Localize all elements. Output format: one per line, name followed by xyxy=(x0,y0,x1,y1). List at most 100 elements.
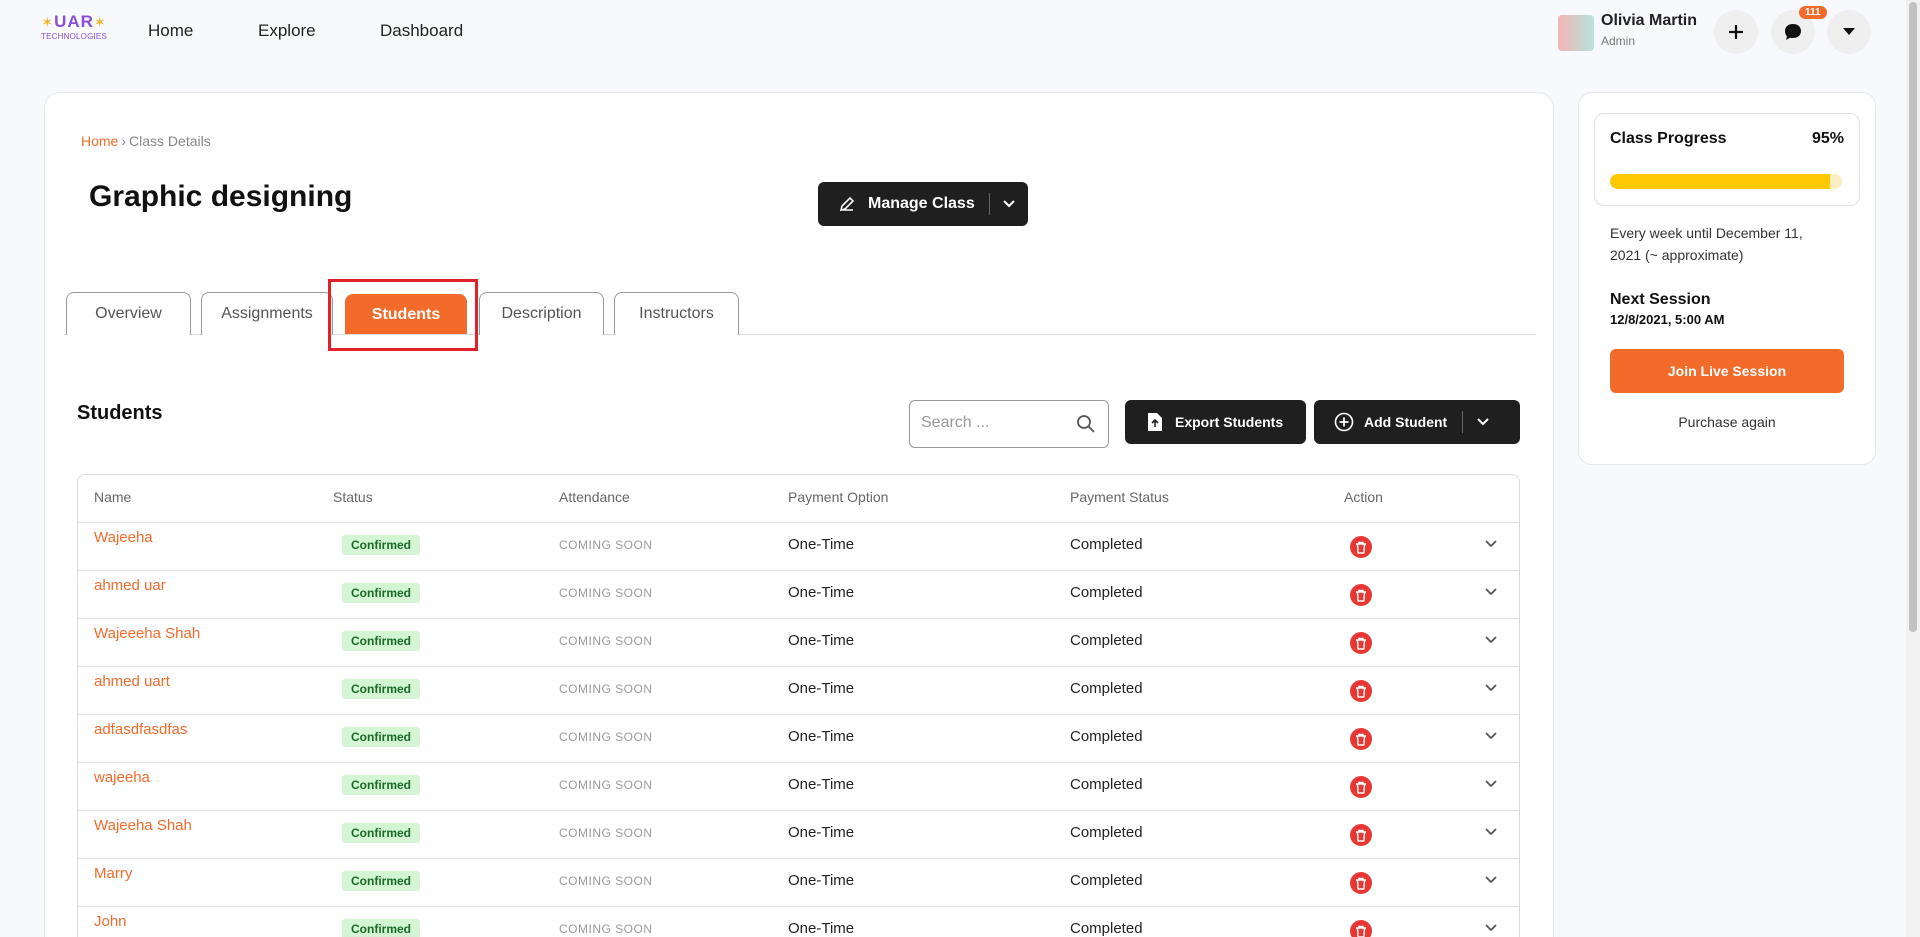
status-badge: Confirmed xyxy=(342,727,420,747)
chevron-down-icon[interactable] xyxy=(1484,635,1498,645)
search-field[interactable] xyxy=(909,400,1109,448)
payment-status-value: Completed xyxy=(1070,584,1143,601)
export-students-label: Export Students xyxy=(1175,414,1284,430)
chevron-down-icon[interactable] xyxy=(1484,683,1498,693)
manage-class-label: Manage Class xyxy=(868,195,975,212)
chevron-down-icon[interactable] xyxy=(1484,731,1498,741)
student-name-link[interactable]: ahmed uart xyxy=(94,673,170,690)
table-row: John Confirmed COMING SOON One-Time Complete… xyxy=(78,906,1519,937)
plus-icon xyxy=(1727,23,1745,41)
search-icon[interactable] xyxy=(1076,414,1096,434)
attendance-value: COMING SOON xyxy=(559,778,653,792)
status-badge: Confirmed xyxy=(342,631,420,651)
table-row: Wajeeha Confirmed COMING SOON One-Time Compl… xyxy=(78,522,1519,570)
breadcrumb-home[interactable]: Home xyxy=(81,133,118,149)
trash-icon[interactable] xyxy=(1350,728,1372,750)
student-name-link[interactable]: Marry xyxy=(94,865,132,882)
payment-option-value: One-Time xyxy=(788,776,855,793)
tab-overview[interactable]: Overview xyxy=(66,292,191,335)
student-name-link[interactable]: Wajeeha xyxy=(94,529,153,546)
chevron-down-icon[interactable] xyxy=(1484,587,1498,597)
tab-description[interactable]: Description xyxy=(479,292,604,335)
table-row: Wajeeeha Shah Confirmed COMING SOON One-Tim… xyxy=(78,618,1519,666)
payment-status-value: Completed xyxy=(1070,536,1143,553)
button-divider xyxy=(988,193,990,215)
create-button[interactable] xyxy=(1714,10,1758,54)
export-students-button[interactable]: Export Students xyxy=(1125,400,1306,444)
trash-icon[interactable] xyxy=(1350,584,1372,606)
student-name-link[interactable]: John xyxy=(94,913,127,930)
student-name-link[interactable]: wajeeha xyxy=(94,769,150,786)
table-row: Marry Confirmed COMING SOON One-Time Complet… xyxy=(78,858,1519,906)
attendance-value: COMING SOON xyxy=(559,682,653,696)
trash-icon[interactable] xyxy=(1350,536,1372,558)
trash-icon[interactable] xyxy=(1350,776,1372,798)
chevron-down-icon[interactable] xyxy=(1484,539,1498,549)
nav-link-dashboard[interactable]: Dashboard xyxy=(380,21,463,41)
progress-bar xyxy=(1610,174,1842,189)
page-title: Graphic designing xyxy=(89,180,353,213)
schedule-text: Every week until December 11, 2021 (~ ap… xyxy=(1610,225,1803,263)
chevron-down-icon[interactable] xyxy=(1002,199,1016,209)
payment-option-value: One-Time xyxy=(788,728,855,745)
notification-badge: 111 xyxy=(1799,6,1827,19)
chevron-down-icon[interactable] xyxy=(1476,417,1490,427)
chevron-down-icon[interactable] xyxy=(1484,923,1498,933)
tab-assignments[interactable]: Assignments xyxy=(201,292,333,335)
status-badge: Confirmed xyxy=(342,583,420,603)
add-student-button[interactable]: Add Student xyxy=(1314,400,1520,444)
payment-status-value: Completed xyxy=(1070,632,1143,649)
student-name-link[interactable]: Wajeeha Shah xyxy=(94,817,192,834)
nav-link-explore[interactable]: Explore xyxy=(258,21,316,41)
search-input[interactable] xyxy=(921,401,1071,445)
attendance-value: COMING SOON xyxy=(559,874,653,888)
breadcrumb-separator: › xyxy=(121,133,127,149)
trash-icon[interactable] xyxy=(1350,872,1372,894)
next-session-value: 12/8/2021, 5:00 AM xyxy=(1610,312,1725,327)
table-row: ahmed uar Confirmed COMING SOON One-Time Com… xyxy=(78,570,1519,618)
table-row: wajeeha Confirmed COMING SOON One-Time Compl… xyxy=(78,762,1519,810)
scrollbar-thumb[interactable] xyxy=(1909,2,1917,632)
student-name-link[interactable]: ahmed uar xyxy=(94,577,166,594)
attendance-value: COMING SOON xyxy=(559,922,653,936)
payment-status-value: Completed xyxy=(1070,872,1143,889)
trash-icon[interactable] xyxy=(1350,824,1372,846)
brand-logo[interactable]: ✶UAR✶ TECHNOLOGIES xyxy=(34,12,114,52)
column-header-attendance: Attendance xyxy=(559,489,630,505)
student-name-link[interactable]: adfasdfasdfas xyxy=(94,721,187,738)
payment-status-value: Completed xyxy=(1070,680,1143,697)
column-header-status: Status xyxy=(333,489,373,505)
chevron-down-icon[interactable] xyxy=(1484,875,1498,885)
avatar[interactable] xyxy=(1558,15,1594,51)
user-name[interactable]: Olivia Martin xyxy=(1601,12,1697,30)
payment-option-value: One-Time xyxy=(788,920,855,937)
column-header-action: Action xyxy=(1344,489,1383,505)
students-heading: Students xyxy=(77,402,163,424)
chevron-down-icon[interactable] xyxy=(1484,779,1498,789)
trash-icon[interactable] xyxy=(1350,680,1372,702)
status-badge: Confirmed xyxy=(342,679,420,699)
breadcrumb-current: Class Details xyxy=(129,133,211,149)
attendance-value: COMING SOON xyxy=(559,730,653,744)
chat-bubble-icon xyxy=(1782,21,1804,43)
chevron-down-icon[interactable] xyxy=(1484,827,1498,837)
student-name-link[interactable]: Wajeeeha Shah xyxy=(94,625,200,642)
payment-status-value: Completed xyxy=(1070,728,1143,745)
payment-option-value: One-Time xyxy=(788,680,855,697)
trash-icon[interactable] xyxy=(1350,920,1372,937)
tab-instructors[interactable]: Instructors xyxy=(614,292,739,335)
manage-class-button[interactable]: Manage Class xyxy=(818,182,1028,226)
file-export-icon xyxy=(1147,412,1163,432)
progress-percent: 95% xyxy=(1811,130,1844,147)
user-menu-button[interactable] xyxy=(1827,10,1871,54)
join-live-session-button[interactable]: Join Live Session xyxy=(1610,349,1844,393)
status-badge: Confirmed xyxy=(342,823,420,843)
purchase-again-link[interactable]: Purchase again xyxy=(1610,414,1844,430)
page-scrollbar[interactable] xyxy=(1906,0,1920,937)
attendance-value: COMING SOON xyxy=(559,634,653,648)
trash-icon[interactable] xyxy=(1350,632,1372,654)
add-student-label: Add Student xyxy=(1364,414,1448,430)
table-row: Wajeeha Shah Confirmed COMING SOON One-Time… xyxy=(78,810,1519,858)
nav-link-home[interactable]: Home xyxy=(148,21,193,41)
tab-students[interactable]: Students xyxy=(345,294,467,334)
